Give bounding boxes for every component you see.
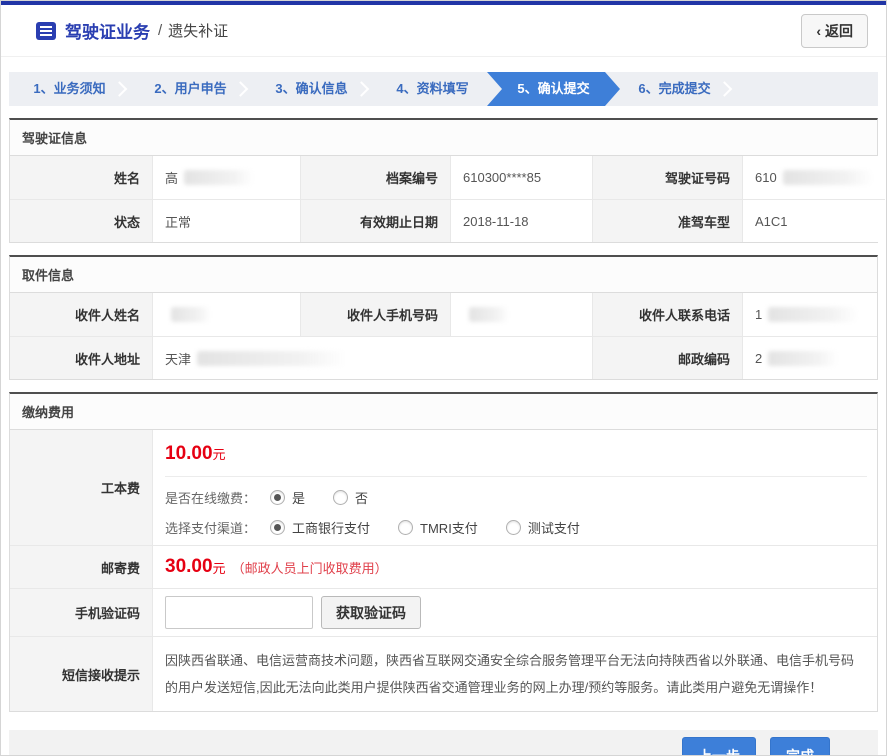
postage-note: （邮政人员上门收取费用） xyxy=(232,558,388,577)
redacted-blur xyxy=(171,307,211,322)
field-label-postage-fee: 邮寄费 xyxy=(10,545,152,588)
work-fee-content: 10.00元 是否在线缴费： 是 否 选择支付渠道： 工商银行支付 TMRI支付… xyxy=(152,430,877,545)
field-value-recipient-name xyxy=(152,293,300,336)
field-value-recipient-phone: 1 xyxy=(742,293,877,336)
list-icon xyxy=(35,21,57,41)
page: 驾驶证业务 / 遗失补证 ‹返回 1、业务须知 2、用户申告 3、确认信息 4、… xyxy=(0,0,887,756)
postage-fee-content: 30.00元（邮政人员上门收取费用） xyxy=(152,545,877,588)
payment-table: 工本费 10.00元 是否在线缴费： 是 否 选择支付渠道： 工商银行支付 TM… xyxy=(10,430,877,711)
online-pay-question-row: 是否在线缴费： 是 否 xyxy=(153,477,877,507)
field-label-name: 姓名 xyxy=(10,156,152,199)
field-value-status: 正常 xyxy=(152,199,300,242)
step-5-confirm-submit[interactable]: 5、确认提交 xyxy=(487,72,620,106)
field-label-vehicle-class: 准驾车型 xyxy=(592,199,742,242)
header: 驾驶证业务 / 遗失补证 ‹返回 xyxy=(1,5,886,57)
step-wizard: 1、业务须知 2、用户申告 3、确认信息 4、资料填写 5、确认提交 6、完成提… xyxy=(9,72,878,106)
redacted-blur xyxy=(184,170,254,185)
radio-icon[interactable] xyxy=(270,520,285,535)
redacted-blur xyxy=(783,170,873,185)
breadcrumb-separator: / xyxy=(158,22,162,39)
section-license-info: 驾驶证信息 姓名 高 档案编号 610300****85 驾驶证号码 610 状… xyxy=(9,118,878,243)
license-info-table: 姓名 高 档案编号 610300****85 驾驶证号码 610 状态 正常 有… xyxy=(10,156,877,242)
field-label-work-fee: 工本费 xyxy=(10,430,152,545)
field-value-recipient-address: 天津 xyxy=(152,336,592,379)
field-label-license-number: 驾驶证号码 xyxy=(592,156,742,199)
field-value-expiry-date: 2018-11-18 xyxy=(450,199,592,242)
field-label-sms-code: 手机验证码 xyxy=(10,588,152,636)
radio-option-yes[interactable]: 是 xyxy=(270,488,305,507)
prev-step-button[interactable]: 上一步 xyxy=(682,737,756,756)
step-6-complete-submit[interactable]: 6、完成提交 xyxy=(614,72,735,106)
redacted-blur xyxy=(197,351,347,366)
section-title-payment: 缴纳费用 xyxy=(10,394,877,430)
field-label-recipient-name: 收件人姓名 xyxy=(10,293,152,336)
field-label-recipient-mobile: 收件人手机号码 xyxy=(300,293,450,336)
radio-option-no[interactable]: 否 xyxy=(333,488,368,507)
section-pickup-info: 取件信息 收件人姓名 收件人手机号码 收件人联系电话 1 收件人地址 天津 邮政… xyxy=(9,255,878,380)
radio-icon[interactable] xyxy=(506,520,521,535)
page-title: 驾驶证业务 xyxy=(65,18,150,43)
section-title-pickup: 取件信息 xyxy=(10,257,877,293)
field-label-postal-code: 邮政编码 xyxy=(592,336,742,379)
pay-channel-question-row: 选择支付渠道： 工商银行支付 TMRI支付 测试支付 xyxy=(153,507,877,537)
field-value-recipient-mobile xyxy=(450,293,592,336)
redacted-blur xyxy=(768,307,858,322)
field-label-sms-notice: 短信接收提示 xyxy=(10,636,152,711)
online-pay-question: 是否在线缴费： xyxy=(165,488,256,507)
chevron-left-icon: ‹ xyxy=(816,23,821,39)
radio-icon[interactable] xyxy=(398,520,413,535)
field-value-name: 高 xyxy=(152,156,300,199)
pickup-info-table: 收件人姓名 收件人手机号码 收件人联系电话 1 收件人地址 天津 邮政编码 2 xyxy=(10,293,877,379)
finish-button[interactable]: 完成 xyxy=(770,737,830,756)
radio-icon[interactable] xyxy=(270,490,285,505)
redacted-blur xyxy=(768,351,838,366)
step-3-confirm-info[interactable]: 3、确认信息 xyxy=(251,72,372,106)
field-label-recipient-address: 收件人地址 xyxy=(10,336,152,379)
field-value-vehicle-class: A1C1 xyxy=(742,199,885,242)
breadcrumb-current: 遗失补证 xyxy=(168,20,228,41)
section-title-license: 驾驶证信息 xyxy=(10,120,877,156)
footer-bar: 上一步 完成 xyxy=(9,730,878,756)
radio-icon[interactable] xyxy=(333,490,348,505)
field-value-file-number: 610300****85 xyxy=(450,156,592,199)
field-label-file-number: 档案编号 xyxy=(300,156,450,199)
step-2-user-declaration[interactable]: 2、用户申告 xyxy=(130,72,251,106)
postage-amount: 30.00 xyxy=(165,556,213,578)
get-code-button[interactable]: 获取验证码 xyxy=(321,596,421,629)
redacted-blur xyxy=(469,307,509,322)
field-value-postal-code: 2 xyxy=(742,336,877,379)
radio-option-test[interactable]: 测试支付 xyxy=(506,518,580,537)
field-label-recipient-phone: 收件人联系电话 xyxy=(592,293,742,336)
field-label-status: 状态 xyxy=(10,199,152,242)
sms-notice-text: 因陕西省联通、电信运营商技术问题，陕西省互联网交通安全综合服务管理平台无法向持陕… xyxy=(152,636,877,711)
back-button[interactable]: ‹返回 xyxy=(801,14,868,48)
work-fee-amount: 10.00元 xyxy=(153,430,877,476)
section-payment: 缴纳费用 工本费 10.00元 是否在线缴费： 是 否 选择支付渠道： 工商银行… xyxy=(9,392,878,712)
field-label-expiry-date: 有效期止日期 xyxy=(300,199,450,242)
step-4-fill-data[interactable]: 4、资料填写 xyxy=(372,72,493,106)
back-button-label: 返回 xyxy=(825,23,853,39)
sms-code-input[interactable] xyxy=(165,596,313,629)
field-value-license-number: 610 xyxy=(742,156,885,199)
pay-channel-question: 选择支付渠道： xyxy=(165,518,256,537)
sms-code-row: 获取验证码 xyxy=(152,588,877,636)
step-1-business-notice[interactable]: 1、业务须知 xyxy=(9,72,130,106)
radio-option-tmri[interactable]: TMRI支付 xyxy=(398,518,478,537)
radio-option-icbc[interactable]: 工商银行支付 xyxy=(270,518,370,537)
